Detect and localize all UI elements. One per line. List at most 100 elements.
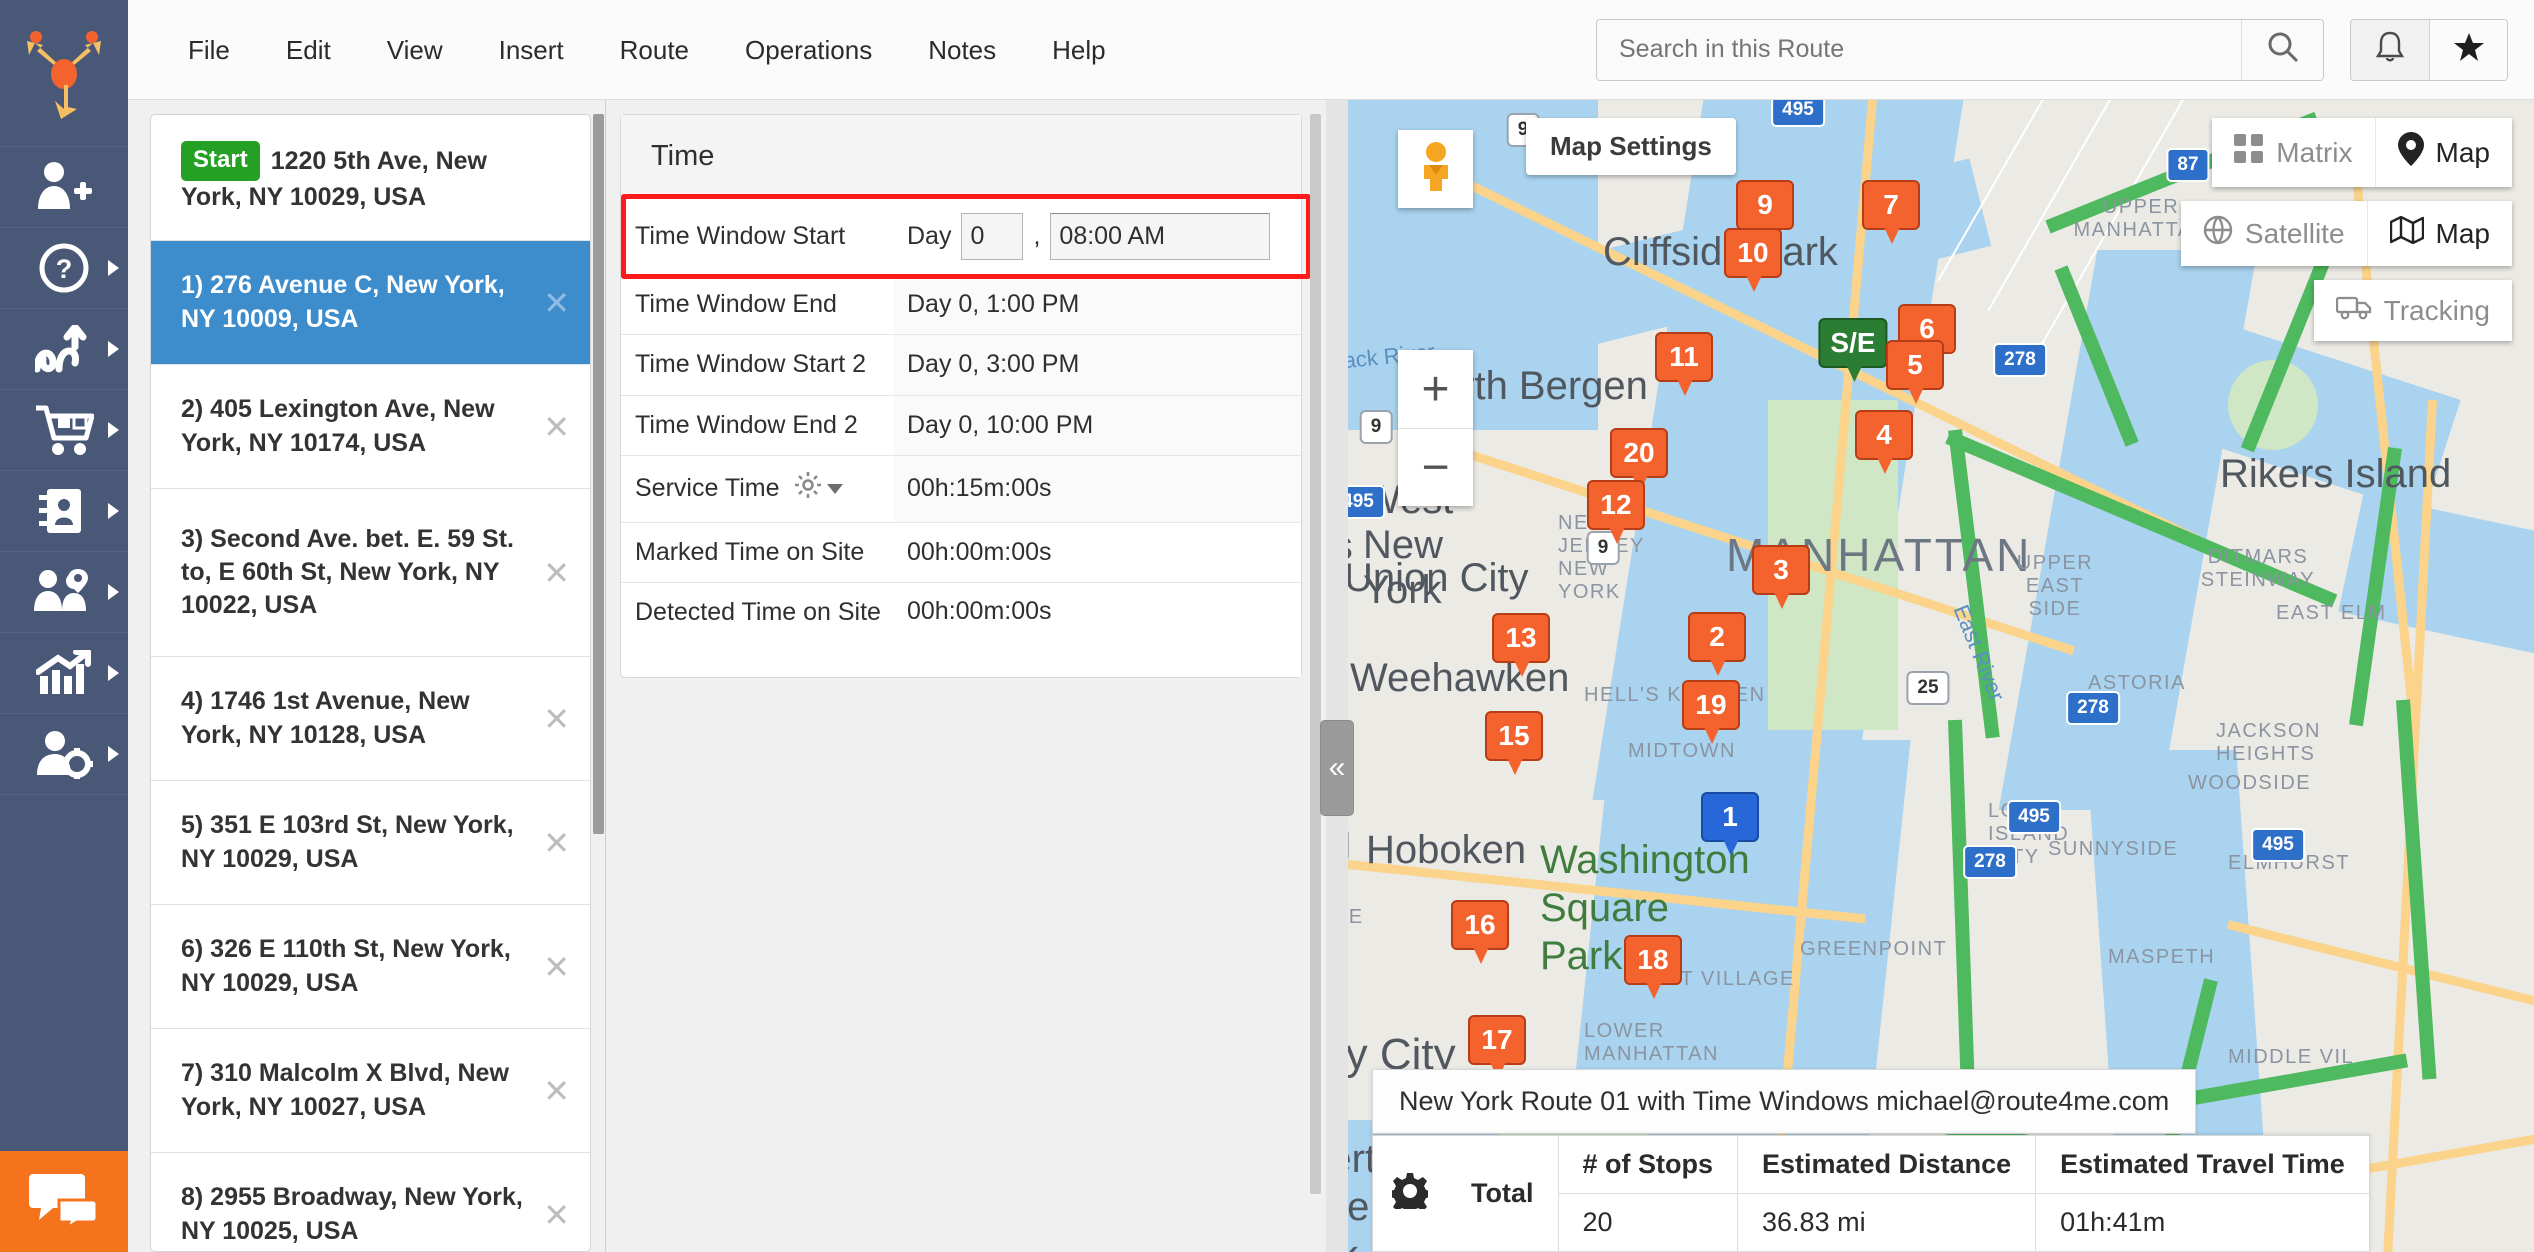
scrollbar-thumb[interactable] bbox=[1310, 114, 1321, 1194]
notifications-button[interactable] bbox=[2351, 19, 2429, 80]
remove-stop-icon[interactable]: ✕ bbox=[543, 951, 570, 983]
search-button[interactable] bbox=[2241, 19, 2323, 80]
route4me-logo[interactable] bbox=[0, 0, 128, 146]
main-area: File Edit View Insert Route Operations N… bbox=[128, 0, 2534, 1252]
map-marker[interactable]: 15 bbox=[1485, 711, 1543, 775]
collapse-panel-button[interactable]: « bbox=[1320, 720, 1354, 816]
tracking-button[interactable]: Tracking bbox=[2314, 280, 2512, 341]
row-label-text: Service Time bbox=[635, 474, 780, 503]
map-view-button[interactable]: Map bbox=[2374, 118, 2512, 187]
row-value[interactable]: Day 0, 3:00 PM bbox=[893, 335, 1301, 395]
sidebar-item-help[interactable]: ? bbox=[0, 227, 128, 308]
sidebar-item-user-settings[interactable] bbox=[0, 713, 128, 794]
chat-support-button[interactable] bbox=[0, 1151, 128, 1252]
road-shield: 495 bbox=[2007, 800, 2061, 834]
remove-stop-icon[interactable]: ✕ bbox=[543, 287, 570, 319]
map-marker[interactable]: 5 bbox=[1886, 340, 1944, 404]
map-mode-controls: Matrix Map Satellite Map Tracking bbox=[2180, 118, 2512, 341]
sidebar-item-analytics[interactable] bbox=[0, 632, 128, 713]
map-mode-row-3: Tracking bbox=[2313, 280, 2512, 341]
road-shield: 25 bbox=[1906, 671, 1950, 705]
summary-settings-button[interactable] bbox=[1373, 1136, 1447, 1251]
service-time-settings-dropdown[interactable] bbox=[793, 470, 844, 508]
detail-scrollbar[interactable] bbox=[1309, 114, 1322, 1248]
remove-stop-icon[interactable]: ✕ bbox=[543, 827, 570, 859]
list-item[interactable]: 5) 351 E 103rd St, New York, NY 10029, U… bbox=[151, 781, 590, 906]
street-view-pegman[interactable] bbox=[1398, 130, 1473, 208]
search-icon bbox=[2266, 30, 2300, 69]
time-input[interactable] bbox=[1050, 213, 1271, 260]
map-marker[interactable]: 11 bbox=[1655, 332, 1713, 396]
table-row: 20 36.83 mi 01h:41m bbox=[1447, 1193, 2369, 1251]
row-label: Service Time bbox=[621, 456, 893, 522]
map-marker[interactable]: 20 bbox=[1610, 428, 1668, 492]
matrix-view-button[interactable]: Matrix bbox=[2212, 118, 2374, 187]
remove-stop-icon[interactable]: ✕ bbox=[543, 1199, 570, 1231]
satellite-view-button[interactable]: Satellite bbox=[2181, 201, 2367, 266]
map-marker[interactable]: 17 bbox=[1468, 1015, 1526, 1079]
map-marker[interactable]: 2 bbox=[1688, 612, 1746, 676]
remove-stop-icon[interactable]: ✕ bbox=[543, 703, 570, 735]
map-marker-current[interactable]: 1 bbox=[1701, 792, 1759, 856]
sidebar-item-orders[interactable] bbox=[0, 389, 128, 470]
chevron-right-icon bbox=[108, 584, 119, 600]
favorites-button[interactable] bbox=[2429, 19, 2507, 80]
menu-insert[interactable]: Insert bbox=[471, 0, 592, 100]
row-value[interactable]: 00h:15m:00s bbox=[893, 455, 1301, 522]
map-settings-button[interactable]: Map Settings bbox=[1526, 118, 1736, 175]
row-time-window-end: Time Window End Day 0, 1:00 PM bbox=[621, 275, 1301, 336]
menu-view[interactable]: View bbox=[359, 0, 471, 100]
menu-route[interactable]: Route bbox=[592, 0, 717, 100]
stop-address: 7) 310 Malcolm X Blvd, New York, NY 1002… bbox=[181, 1059, 509, 1121]
sidebar-item-add-user[interactable] bbox=[0, 146, 128, 227]
map-marker[interactable]: 12 bbox=[1587, 480, 1645, 544]
map-marker[interactable]: 18 bbox=[1624, 935, 1682, 999]
row-value[interactable]: Day 0, 1:00 PM bbox=[893, 275, 1301, 335]
sidebar-item-address-book[interactable] bbox=[0, 470, 128, 551]
map-marker[interactable]: 10 bbox=[1724, 228, 1782, 292]
map-marker[interactable]: 13 bbox=[1492, 613, 1550, 677]
sidebar-item-routes[interactable] bbox=[0, 308, 128, 389]
day-input[interactable] bbox=[961, 213, 1024, 260]
map-label-text: Map bbox=[2435, 136, 2490, 168]
map-marker[interactable]: 19 bbox=[1682, 680, 1740, 744]
map-view[interactable]: Cliffside Park North Bergen UPPER MANHAT… bbox=[1348, 100, 2534, 1252]
list-item[interactable]: 7) 310 Malcolm X Blvd, New York, NY 1002… bbox=[151, 1029, 590, 1154]
map-marker[interactable]: 3 bbox=[1752, 545, 1810, 609]
map-marker-start-end[interactable]: S/E bbox=[1818, 318, 1888, 382]
row-value: 00h:00m:00s bbox=[893, 523, 1301, 583]
list-item[interactable]: 3) Second Ave. bet. E. 59 St. to, E 60th… bbox=[151, 489, 590, 658]
gear-icon bbox=[793, 470, 823, 508]
map-marker[interactable]: 7 bbox=[1862, 180, 1920, 244]
menu-notes[interactable]: Notes bbox=[900, 0, 1024, 100]
map-label: Hoboken bbox=[1366, 828, 1527, 872]
map-marker[interactable]: 16 bbox=[1451, 900, 1509, 964]
list-item[interactable]: 6) 326 E 110th St, New York, NY 10029, U… bbox=[151, 905, 590, 1030]
sidebar-item-team[interactable] bbox=[0, 551, 128, 632]
menu-file[interactable]: File bbox=[160, 0, 258, 100]
grid-icon bbox=[2234, 134, 2264, 171]
menu-edit[interactable]: Edit bbox=[258, 0, 359, 100]
zoom-out-button[interactable]: − bbox=[1398, 428, 1473, 506]
list-item[interactable]: 8) 2955 Broadway, New York, NY 10025, US… bbox=[151, 1153, 590, 1251]
remove-stop-icon[interactable]: ✕ bbox=[543, 557, 570, 589]
scrollbar-thumb[interactable] bbox=[593, 114, 604, 834]
list-item[interactable]: 1) 276 Avenue C, New York, NY 10009, USA… bbox=[151, 241, 590, 366]
menu-help[interactable]: Help bbox=[1024, 0, 1133, 100]
menu-operations[interactable]: Operations bbox=[717, 0, 900, 100]
row-value[interactable]: Day 0, 10:00 PM bbox=[893, 395, 1301, 455]
map-marker[interactable]: 9 bbox=[1736, 180, 1794, 244]
stops-scrollbar[interactable] bbox=[592, 114, 605, 1252]
search-input[interactable] bbox=[1597, 19, 2241, 80]
list-item[interactable]: 4) 1746 1st Avenue, New York, NY 10128, … bbox=[151, 657, 590, 782]
remove-stop-icon[interactable]: ✕ bbox=[543, 411, 570, 443]
list-item[interactable]: 2) 405 Lexington Ave, New York, NY 10174… bbox=[151, 365, 590, 490]
map-type-button[interactable]: Map bbox=[2366, 201, 2512, 266]
chevron-right-icon bbox=[108, 422, 119, 438]
list-item[interactable]: Start 1220 5th Ave, New York, NY 10029, U… bbox=[151, 115, 590, 242]
row-value: 00h:00m:00s bbox=[893, 583, 1301, 678]
remove-stop-icon[interactable]: ✕ bbox=[543, 1075, 570, 1107]
zoom-in-button[interactable]: + bbox=[1398, 350, 1473, 428]
map-marker[interactable]: 4 bbox=[1855, 410, 1913, 474]
search-container bbox=[1596, 18, 2324, 81]
